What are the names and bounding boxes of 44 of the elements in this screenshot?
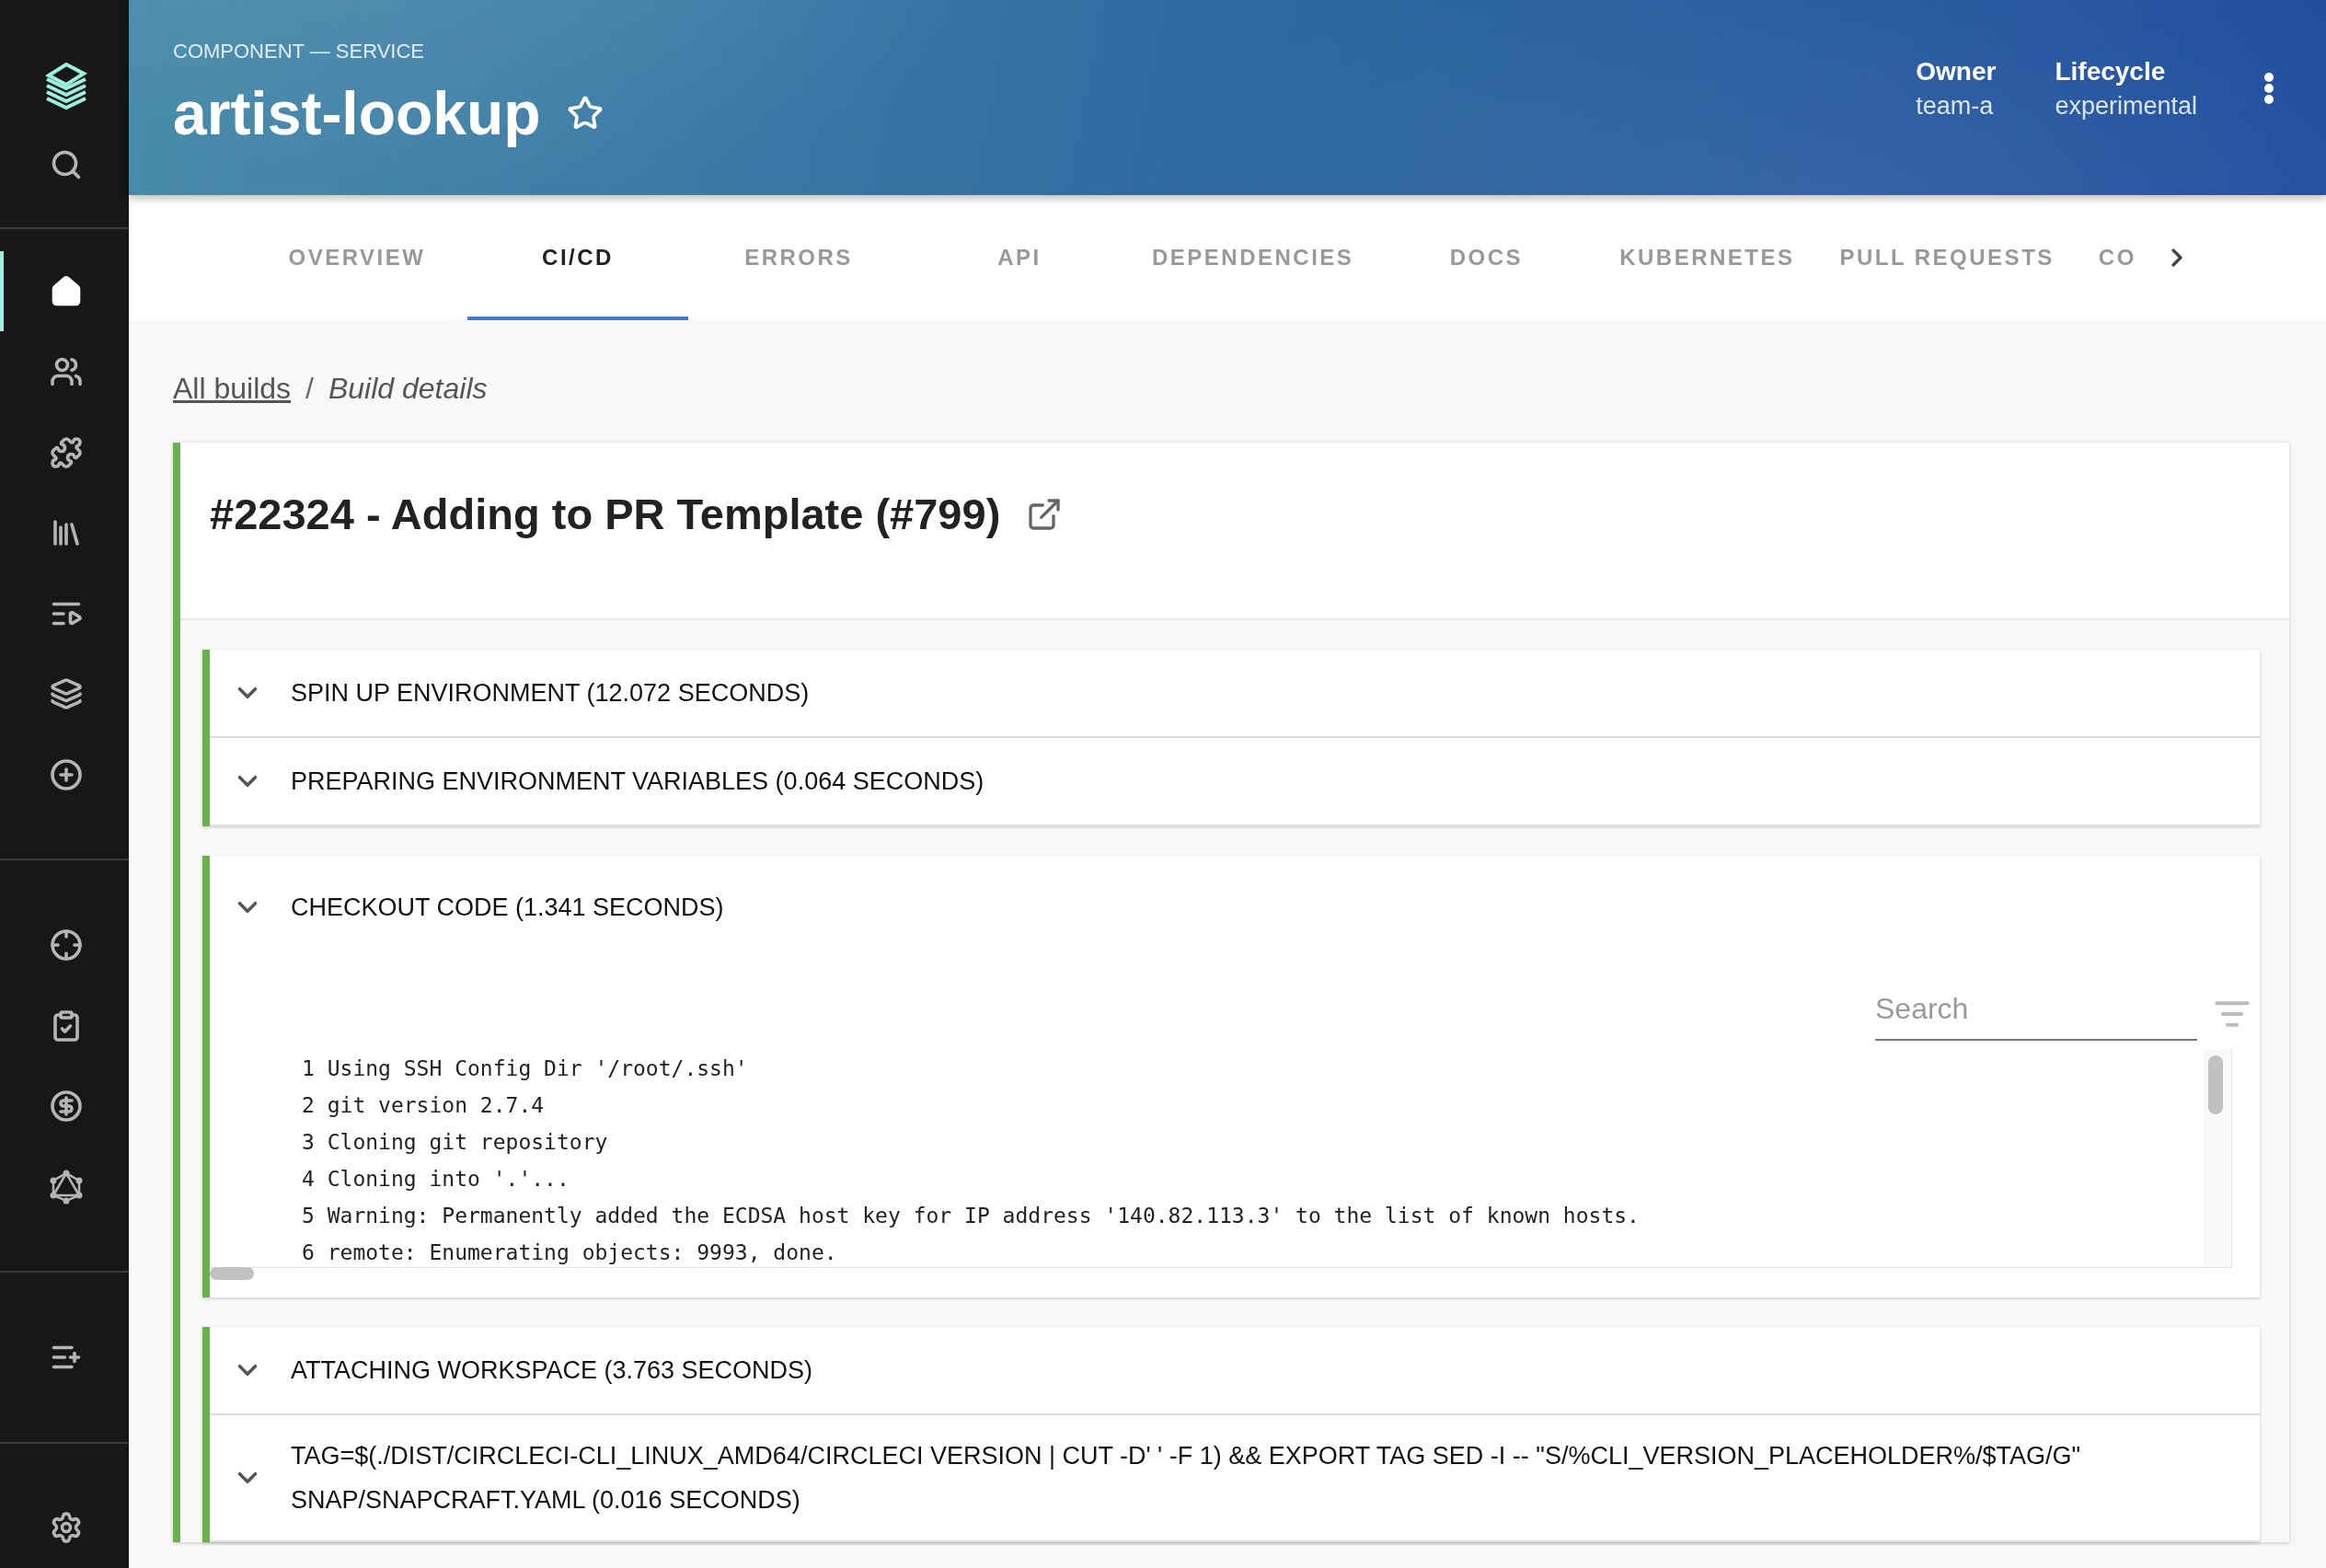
entity-title: artist-lookup [173,78,541,148]
tab[interactable]: API [909,195,1130,320]
tab[interactable]: KUBERNETES [1596,195,1818,320]
meta-value: experimental [2055,91,2197,121]
meta-label: Lifecycle [2055,56,2167,86]
breadcrumb-current: Build details [328,372,488,406]
star-icon [566,95,604,132]
scrollbar[interactable] [210,1267,254,1280]
breadcrumb-link[interactable]: All builds [173,372,292,406]
entity-kind: COMPONENT — SERVICE [173,40,425,63]
tab[interactable]: OVERVIEW [247,195,467,320]
log-line: 3 Cloning git repository [302,1129,609,1156]
log-line: 1 Using SSH Config Dir '/root/.ssh' [302,1055,749,1082]
home-icon [50,274,83,308]
breadcrumb-separator: / [305,372,314,406]
step-header[interactable]: CHECKOUT CODE (1.341 SECONDS) [210,856,2260,959]
more-icon [2263,72,2274,105]
log-line: 5 Warning: Permanently added the ECDSA host key for IP address '140.82.113.3' to the list of known hosts. [302,1203,1641,1229]
step-header[interactable]: ATTACHING WORKSPACE (3.763 SECONDS) [210,1327,2260,1415]
dollar-icon [50,1090,83,1124]
plus-circle-icon [50,757,83,791]
step-header[interactable]: SPIN UP ENVIRONMENT (12.072 SECONDS) [210,650,2260,738]
triangle-graph-icon [50,1169,83,1205]
step-header[interactable]: TAG=$(./DIST/CIRCLECI-CLI_LINUX_AMD64/CIRCLECI VERSION | CUT -D' ' -F 1) && EXPORT TAG SED -I -- "S/%CLI_VERSION_PLACEHOLDER%/$TAG/G" SNAP/SNAPCRAFT.YAML (0.016 SECONDS) [210,1415,2260,1542]
tab[interactable]: PULL REQUESTS [1817,195,2077,320]
build-title: #22324 - Adding to PR Template (#799) [210,489,1001,539]
crosshair-icon [50,928,83,963]
settings-icon [50,1511,83,1545]
layers-icon [50,677,83,711]
step-header[interactable]: PREPARING ENVIRONMENT VARIABLES (0.064 SECONDS) [210,738,2260,826]
favorite-button[interactable] [566,95,604,132]
tab[interactable]: DOCS [1376,195,1597,320]
tab[interactable]: CO [2076,195,2151,320]
log-line: 6 remote: Enumerating objects: 9993, done. [302,1239,838,1266]
meta-label: Owner [1916,56,1997,86]
puzzle-icon [50,435,83,469]
log-line: 4 Cloning into '.'... [302,1166,570,1193]
more-menu-button[interactable] [2263,72,2274,105]
meta-value: team-a [1916,91,1995,121]
tab[interactable]: CI/CD [467,195,688,320]
tab[interactable]: ERRORS [688,195,909,320]
log-line: 2 git version 2.7.4 [302,1092,546,1119]
scrollbar[interactable] [2208,1055,2223,1114]
tab[interactable]: DEPENDENCIES [1130,195,1376,320]
